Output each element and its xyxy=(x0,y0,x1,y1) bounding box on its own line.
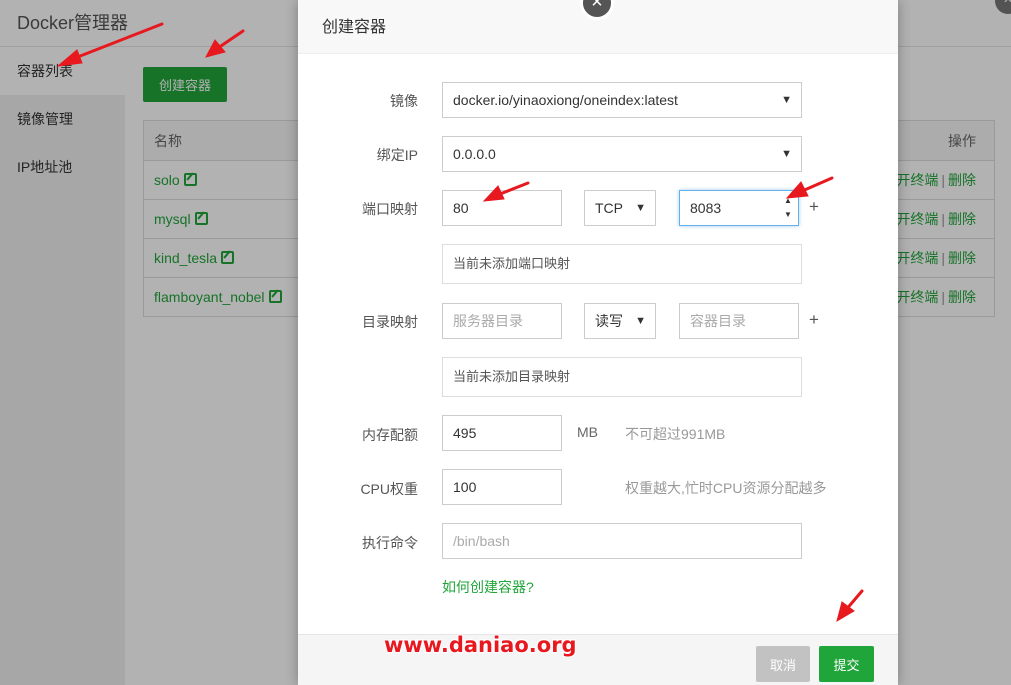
arrow-icon xyxy=(56,22,164,67)
arrow-icon xyxy=(205,29,245,58)
annotation-arrows xyxy=(56,22,864,623)
arrow-icon xyxy=(785,176,834,199)
arrow-icon xyxy=(836,589,864,623)
arrow-icon xyxy=(482,181,530,202)
